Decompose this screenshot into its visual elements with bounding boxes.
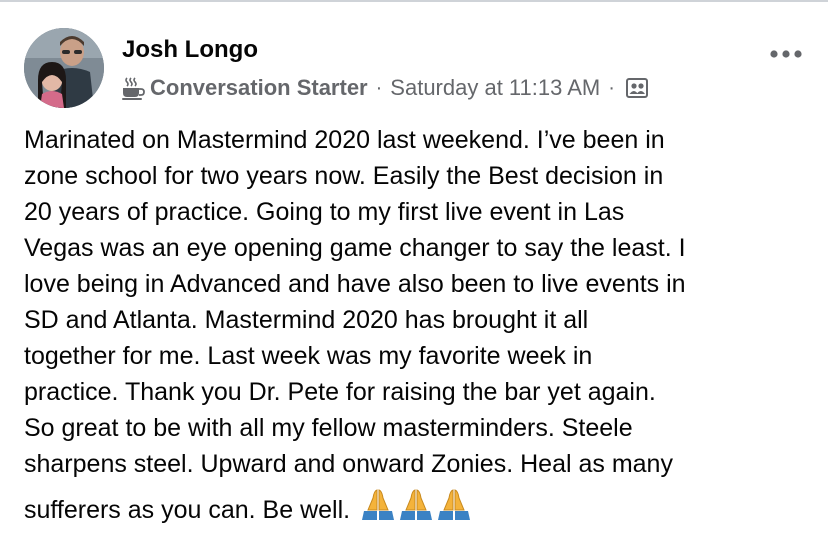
avatar-photo — [24, 28, 104, 108]
more-options-button[interactable] — [766, 38, 806, 70]
post-body-line: practice. Thank you Dr. Pete for raising… — [24, 378, 656, 406]
post-body-line: sharpens steel. Upward and onward Zonies… — [24, 450, 673, 478]
post-body-line: So great to be with all my fellow master… — [24, 414, 633, 442]
post-body-last-line: sufferers as you can. Be well. — [24, 486, 814, 528]
post-meta: Conversation Starter · Saturday at 11:13… — [120, 73, 649, 103]
more-options-icon — [770, 50, 802, 58]
group-audience-icon[interactable] — [625, 76, 649, 100]
folded-hands-emoji — [436, 486, 472, 522]
meta-separator: · — [608, 76, 615, 99]
folded-hands-emoji — [360, 486, 396, 522]
post-card: Josh Longo Conversation Starter · Saturd… — [0, 2, 828, 542]
folded-hands-emoji — [398, 486, 434, 522]
post-body-line: 20 years of practice. Going to my first … — [24, 198, 625, 226]
coffee-cup-icon — [120, 75, 146, 101]
post-body-line: SD and Atlanta. Mastermind 2020 has brou… — [24, 306, 589, 334]
emoji-row — [360, 486, 474, 522]
author-name[interactable]: Josh Longo — [122, 36, 258, 64]
timestamp[interactable]: Saturday at 11:13 AM — [390, 75, 600, 101]
post-body-line: sufferers as you can. Be well. — [24, 496, 351, 524]
post-body-line: Marinated on Mastermind 2020 last weeken… — [24, 126, 665, 154]
meta-separator: · — [375, 76, 383, 99]
post-body-line: together for me. Last week was my favori… — [24, 342, 593, 370]
post-body-line: love being in Advanced and have also bee… — [24, 270, 686, 298]
avatar[interactable] — [24, 28, 104, 108]
post-body-line: Vegas was an eye opening game changer to… — [24, 234, 686, 262]
post-body-line: zone school for two years now. Easily th… — [24, 162, 664, 190]
post-body: Marinated on Mastermind 2020 last weeken… — [24, 122, 814, 528]
badge-label[interactable]: Conversation Starter — [150, 75, 368, 101]
